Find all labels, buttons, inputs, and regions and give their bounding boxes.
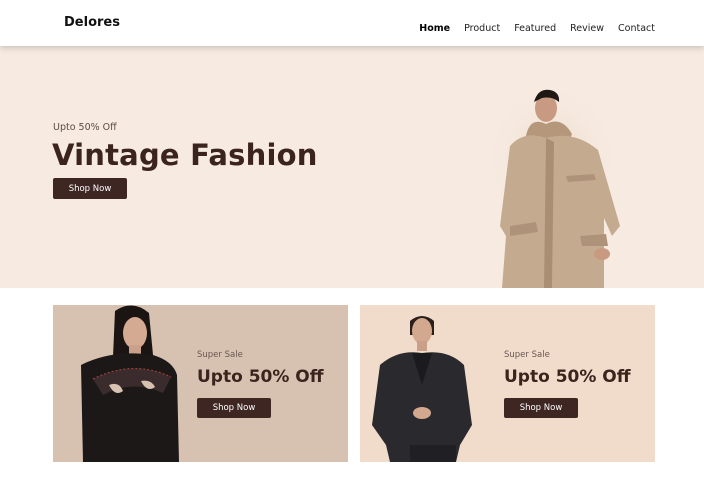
promo-card-1: Super Sale Upto 50% Off Shop Now	[53, 305, 348, 462]
promo-1-shop-now-button[interactable]: Shop Now	[197, 398, 271, 418]
promo-2-title: Upto 50% Off	[504, 367, 631, 387]
brand-logo[interactable]: Delores	[64, 15, 120, 30]
promo-1-eyebrow: Super Sale	[197, 350, 243, 360]
nav-link-review[interactable]: Review	[570, 23, 604, 34]
promo-2-shop-now-button[interactable]: Shop Now	[504, 398, 578, 418]
nav-link-home[interactable]: Home	[419, 23, 450, 34]
nav-link-contact[interactable]: Contact	[618, 23, 655, 34]
promo-2-model-image	[372, 316, 472, 462]
hero-shop-now-button[interactable]: Shop Now	[53, 178, 127, 199]
promo-card-2: Super Sale Upto 50% Off Shop Now	[360, 305, 655, 462]
hero-title: Vintage Fashion	[52, 138, 318, 172]
main-nav: Home Product Featured Review Contact	[419, 23, 655, 34]
hero-eyebrow: Upto 50% Off	[53, 122, 117, 133]
nav-link-featured[interactable]: Featured	[514, 23, 556, 34]
hero-banner: Upto 50% Off Vintage Fashion Shop Now	[0, 46, 704, 288]
hero-model-image	[482, 86, 622, 288]
site-header: Delores Home Product Featured Review Con…	[0, 0, 704, 46]
promo-1-title: Upto 50% Off	[197, 367, 324, 387]
promo-1-model-image	[81, 305, 179, 462]
promo-2-eyebrow: Super Sale	[504, 350, 550, 360]
nav-link-product[interactable]: Product	[464, 23, 500, 34]
